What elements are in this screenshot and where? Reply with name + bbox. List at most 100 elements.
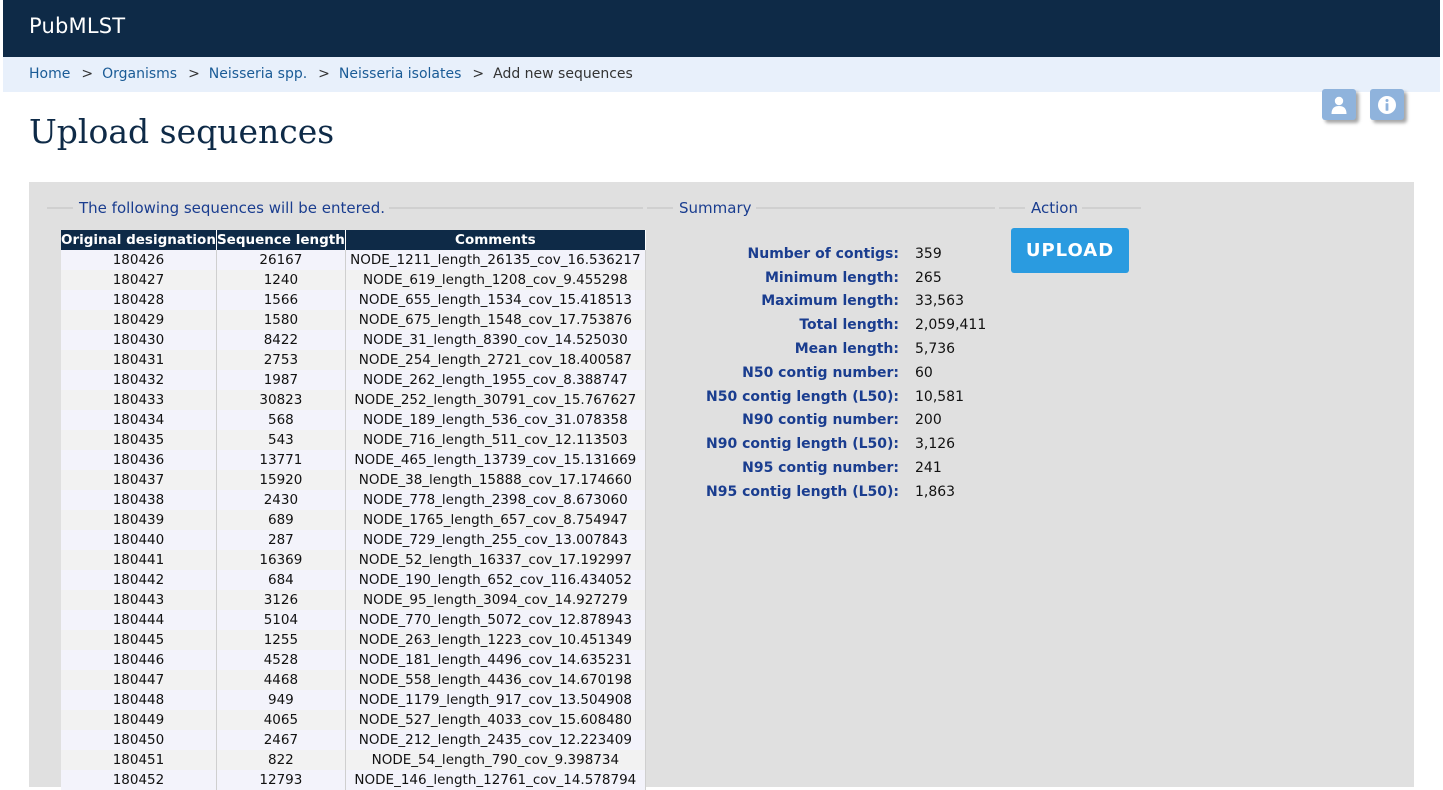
cell-original-designation: 180430: [61, 330, 217, 350]
cell-sequence-length: 1566: [216, 290, 346, 310]
cell-sequence-length: 4468: [216, 670, 346, 690]
cell-comment: NODE_146_length_12761_cov_14.578794: [345, 770, 646, 790]
cell-comment: NODE_716_length_511_cov_12.113503: [345, 430, 646, 450]
cell-comment: NODE_52_length_16337_cov_17.192997: [345, 550, 646, 570]
breadcrumb: Home > Organisms > Neisseria spp. > Neisseria …: [29, 57, 633, 92]
column-header-comments: Comments: [345, 230, 646, 250]
cell-sequence-length: 2430: [216, 490, 346, 510]
top-bar: PubMLST: [3, 0, 1440, 57]
cell-comment: NODE_619_length_1208_cov_9.455298: [345, 270, 646, 290]
cell-sequence-length: 26167: [216, 250, 346, 270]
breadcrumb-organisms-link[interactable]: Organisms: [102, 66, 177, 82]
cell-sequence-length: 287: [216, 530, 346, 550]
action-legend: Action: [1031, 199, 1078, 217]
summary-label: Minimum length:: [764, 269, 899, 286]
summary-row: N95 contig number: 241: [677, 456, 986, 480]
cell-sequence-length: 949: [216, 690, 346, 710]
cell-comment: NODE_675_length_1548_cov_17.753876: [345, 310, 646, 330]
cell-comment: NODE_1179_length_917_cov_13.504908: [345, 690, 646, 710]
cell-sequence-length: 689: [216, 510, 346, 530]
cell-comment: NODE_729_length_255_cov_13.007843: [345, 530, 646, 550]
cell-original-designation: 180442: [61, 570, 217, 590]
cell-comment: NODE_190_length_652_cov_116.434052: [345, 570, 646, 590]
table-header-row: Original designation Sequence length Com…: [61, 230, 646, 250]
cell-sequence-length: 5104: [216, 610, 346, 630]
cell-sequence-length: 4528: [216, 650, 346, 670]
table-row: 180435 543 NODE_716_length_511_cov_12.1135…: [61, 430, 646, 450]
summary-value: 1,863: [915, 483, 956, 500]
cell-sequence-length: 1240: [216, 270, 346, 290]
cell-sequence-length: 16369: [216, 550, 346, 570]
summary-row: Maximum length: 33,563: [677, 290, 986, 314]
summary-label: N95 contig length (L50):: [706, 483, 899, 500]
breadcrumb-neisseria-link[interactable]: Neisseria spp.: [209, 66, 307, 82]
cell-sequence-length: 1987: [216, 370, 346, 390]
cell-comment: NODE_1211_length_26135_cov_16.536217: [345, 250, 646, 270]
table-row: 180444 5104 NODE_770_length_5072_cov_12.87…: [61, 610, 646, 630]
breadcrumb-separator: >: [81, 66, 94, 82]
column-header-sequence-length: Sequence length: [216, 230, 346, 250]
table-row: 180440 287 NODE_729_length_255_cov_13.0078…: [61, 530, 646, 550]
sequences-legend: The following sequences will be entered.: [79, 199, 385, 217]
cell-original-designation: 180428: [61, 290, 217, 310]
cell-comment: NODE_558_length_4436_cov_14.670198: [345, 670, 646, 690]
summary-row: N50 contig number: 60: [677, 361, 986, 385]
site-brand[interactable]: PubMLST: [29, 14, 125, 38]
cell-sequence-length: 684: [216, 570, 346, 590]
cell-original-designation: 180448: [61, 690, 217, 710]
info-icon: [1377, 95, 1397, 115]
cell-sequence-length: 13771: [216, 450, 346, 470]
table-row: 180445 1255 NODE_263_length_1223_cov_10.45…: [61, 630, 646, 650]
cell-original-designation: 180450: [61, 730, 217, 750]
cell-sequence-length: 2467: [216, 730, 346, 750]
info-button[interactable]: [1370, 89, 1404, 120]
cell-original-designation: 180445: [61, 630, 217, 650]
cell-sequence-length: 3126: [216, 590, 346, 610]
summary-value: 2,059,411: [915, 317, 987, 334]
summary-label: Mean length:: [794, 341, 899, 358]
breadcrumb-home-link[interactable]: Home: [29, 66, 70, 82]
summary-value: 241: [915, 460, 942, 477]
cell-comment: NODE_252_length_30791_cov_15.767627: [345, 390, 646, 410]
breadcrumb-isolates-link[interactable]: Neisseria isolates: [339, 66, 461, 82]
summary-value: 3,126: [915, 436, 956, 453]
cell-original-designation: 180433: [61, 390, 217, 410]
cell-comment: NODE_31_length_8390_cov_14.525030: [345, 330, 646, 350]
cell-comment: NODE_254_length_2721_cov_18.400587: [345, 350, 646, 370]
summary-row: Mean length: 5,736: [677, 337, 986, 361]
cell-sequence-length: 543: [216, 430, 346, 450]
summary-value: 5,736: [915, 341, 956, 358]
cell-original-designation: 180434: [61, 410, 217, 430]
column-header-original-designation: Original designation: [61, 230, 217, 250]
table-row: 180449 4065 NODE_527_length_4033_cov_15.60…: [61, 710, 646, 730]
cell-comment: NODE_189_length_536_cov_31.078358: [345, 410, 646, 430]
summary-value: 10,581: [915, 388, 964, 405]
cell-comment: NODE_212_length_2435_cov_12.223409: [345, 730, 646, 750]
cell-original-designation: 180426: [61, 250, 217, 270]
summary-label: N90 contig number:: [742, 412, 899, 429]
cell-original-designation: 180446: [61, 650, 217, 670]
sequences-table: Original designation Sequence length Com…: [61, 230, 646, 790]
summary-label: N50 contig number:: [742, 364, 899, 381]
summary-value: 60: [915, 364, 933, 381]
summary-row: Minimum length: 265: [677, 266, 986, 290]
summary-row: N90 contig number: 200: [677, 409, 986, 433]
cell-original-designation: 180451: [61, 750, 217, 770]
page-title: Upload sequences: [29, 112, 335, 151]
cell-comment: NODE_181_length_4496_cov_14.635231: [345, 650, 646, 670]
cell-comment: NODE_54_length_790_cov_9.398734: [345, 750, 646, 770]
breadcrumb-current: Add new sequences: [493, 66, 633, 82]
cell-original-designation: 180447: [61, 670, 217, 690]
table-row: 180430 8422 NODE_31_length_8390_cov_14.525…: [61, 330, 646, 350]
cell-original-designation: 180427: [61, 270, 217, 290]
user-account-button[interactable]: [1322, 89, 1356, 120]
summary-label: Number of contigs:: [747, 245, 899, 262]
summary-label: N95 contig number:: [742, 460, 899, 477]
summary-label: N90 contig length (L50):: [706, 436, 899, 453]
cell-original-designation: 180431: [61, 350, 217, 370]
summary-table-body: Number of contigs: 359 Minimum length: 265 M…: [677, 242, 986, 504]
cell-original-designation: 180441: [61, 550, 217, 570]
upload-button[interactable]: UPLOAD: [1011, 228, 1129, 273]
cell-original-designation: 180436: [61, 450, 217, 470]
summary-row: Total length: 2,059,411: [677, 313, 986, 337]
